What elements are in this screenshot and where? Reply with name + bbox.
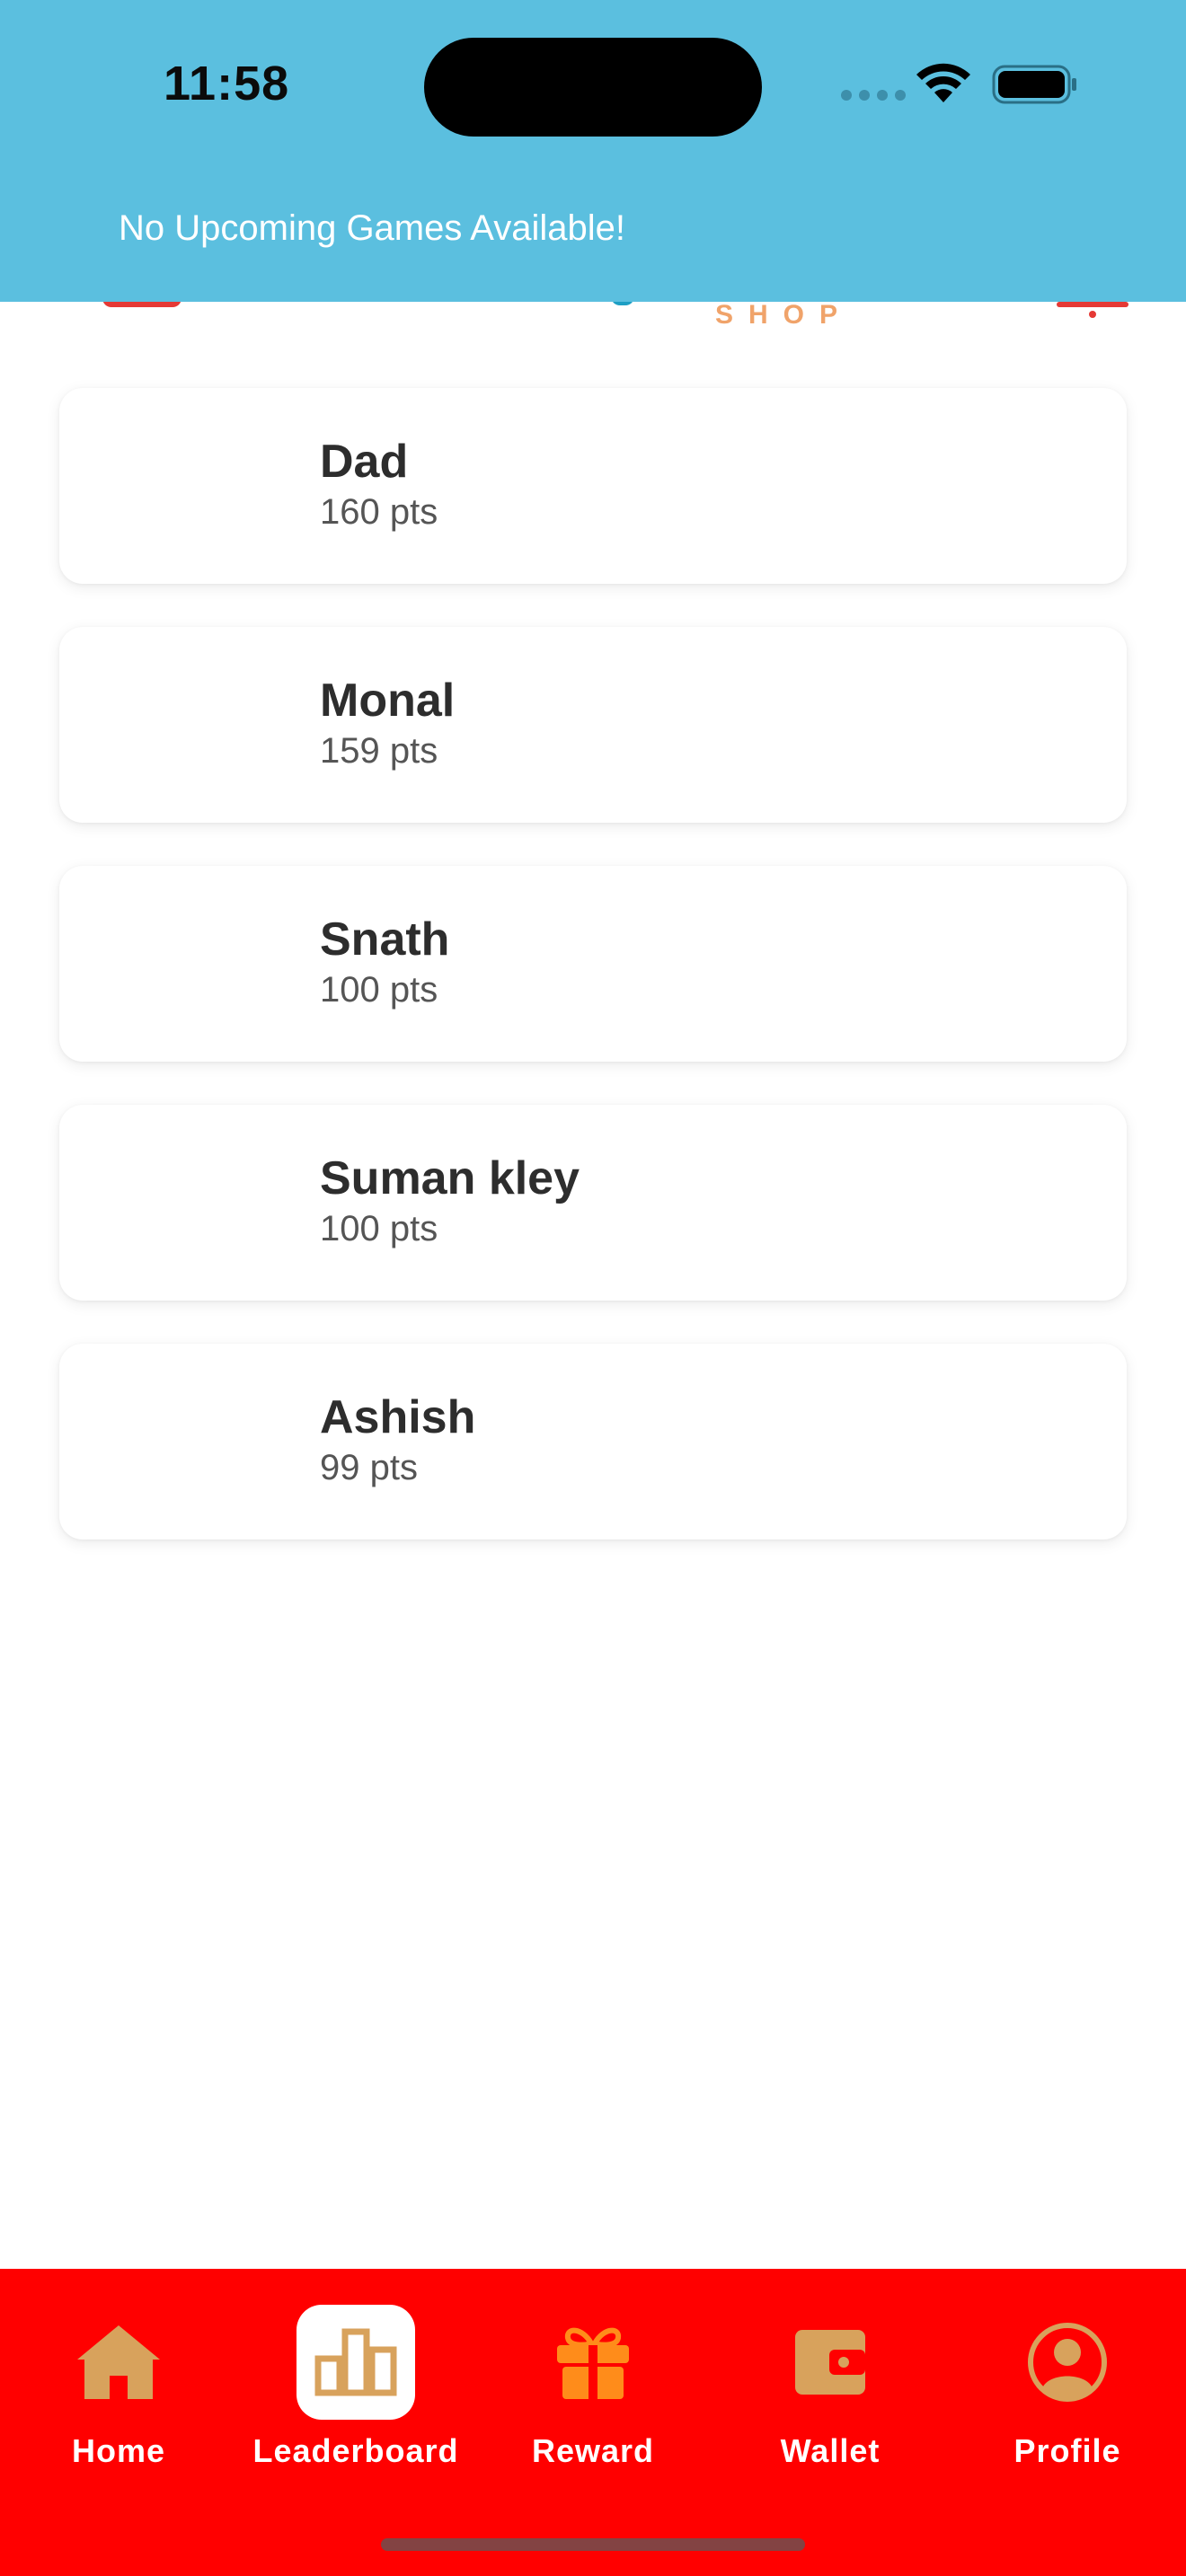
wallet-icon [771, 2305, 890, 2420]
nav-label-leaderboard: Leaderboard [252, 2432, 459, 2469]
player-points: 99 pts [320, 1448, 418, 1487]
leaderboard-row[interactable]: Suman kley 100 pts [59, 1105, 1127, 1301]
leaderboard-row[interactable]: Dad 160 pts [59, 388, 1127, 584]
avatar [102, 428, 219, 544]
leaderboard-row[interactable]: Monal 159 pts [59, 627, 1127, 823]
gift-icon [534, 2305, 652, 2420]
nav-leaderboard[interactable]: Leaderboard [237, 2287, 474, 2475]
nav-profile[interactable]: Profile [949, 2287, 1186, 2475]
nav-label-reward: Reward [531, 2432, 655, 2469]
avatar [102, 1144, 219, 1261]
player-name: Snath [320, 913, 450, 966]
dynamic-island [424, 38, 762, 137]
no-games-message: No Upcoming Games Available! [119, 208, 625, 248]
status-time: 11:58 [164, 57, 290, 110]
nav-reward[interactable]: Reward [474, 2287, 712, 2475]
top-banner: 11:58 No Upcoming Games Available! [0, 0, 1186, 302]
nav-label-home: Home [71, 2432, 166, 2469]
battery-icon [992, 65, 1076, 104]
profile-icon [1008, 2305, 1127, 2420]
nav-home[interactable]: Home [0, 2287, 237, 2475]
logo-shop-text: SHOP [715, 300, 854, 330]
player-name: Ashish [320, 1391, 476, 1443]
player-points: 159 pts [320, 731, 438, 771]
leaderboard-list: Dad 160 pts Monal 159 pts Snath 100 pts … [59, 388, 1127, 1583]
nav-label-profile: Profile [1013, 2432, 1121, 2469]
cellular-signal-icon [841, 90, 906, 101]
player-points: 160 pts [320, 492, 438, 532]
player-name: Suman kley [320, 1152, 580, 1204]
avatar [102, 1383, 219, 1500]
player-name: Monal [320, 675, 456, 727]
leaderboard-icon [296, 2305, 415, 2420]
player-points: 100 pts [320, 970, 438, 1010]
home-icon [59, 2305, 178, 2420]
player-points: 100 pts [320, 1209, 438, 1248]
nav-label-wallet: Wallet [780, 2432, 881, 2469]
notification-dot [1089, 311, 1096, 318]
bottom-nav: Home Leaderboard Reward Wallet Profile [0, 2269, 1186, 2576]
notification-bell-icon[interactable] [1057, 302, 1128, 307]
nav-wallet[interactable]: Wallet [712, 2287, 949, 2475]
leaderboard-row[interactable]: Snath 100 pts [59, 866, 1127, 1062]
leaderboard-row[interactable]: Ashish 99 pts [59, 1344, 1127, 1539]
avatar [102, 666, 219, 783]
wifi-icon [916, 63, 970, 102]
avatar [102, 905, 219, 1022]
home-indicator[interactable] [381, 2538, 805, 2551]
player-name: Dad [320, 436, 409, 488]
